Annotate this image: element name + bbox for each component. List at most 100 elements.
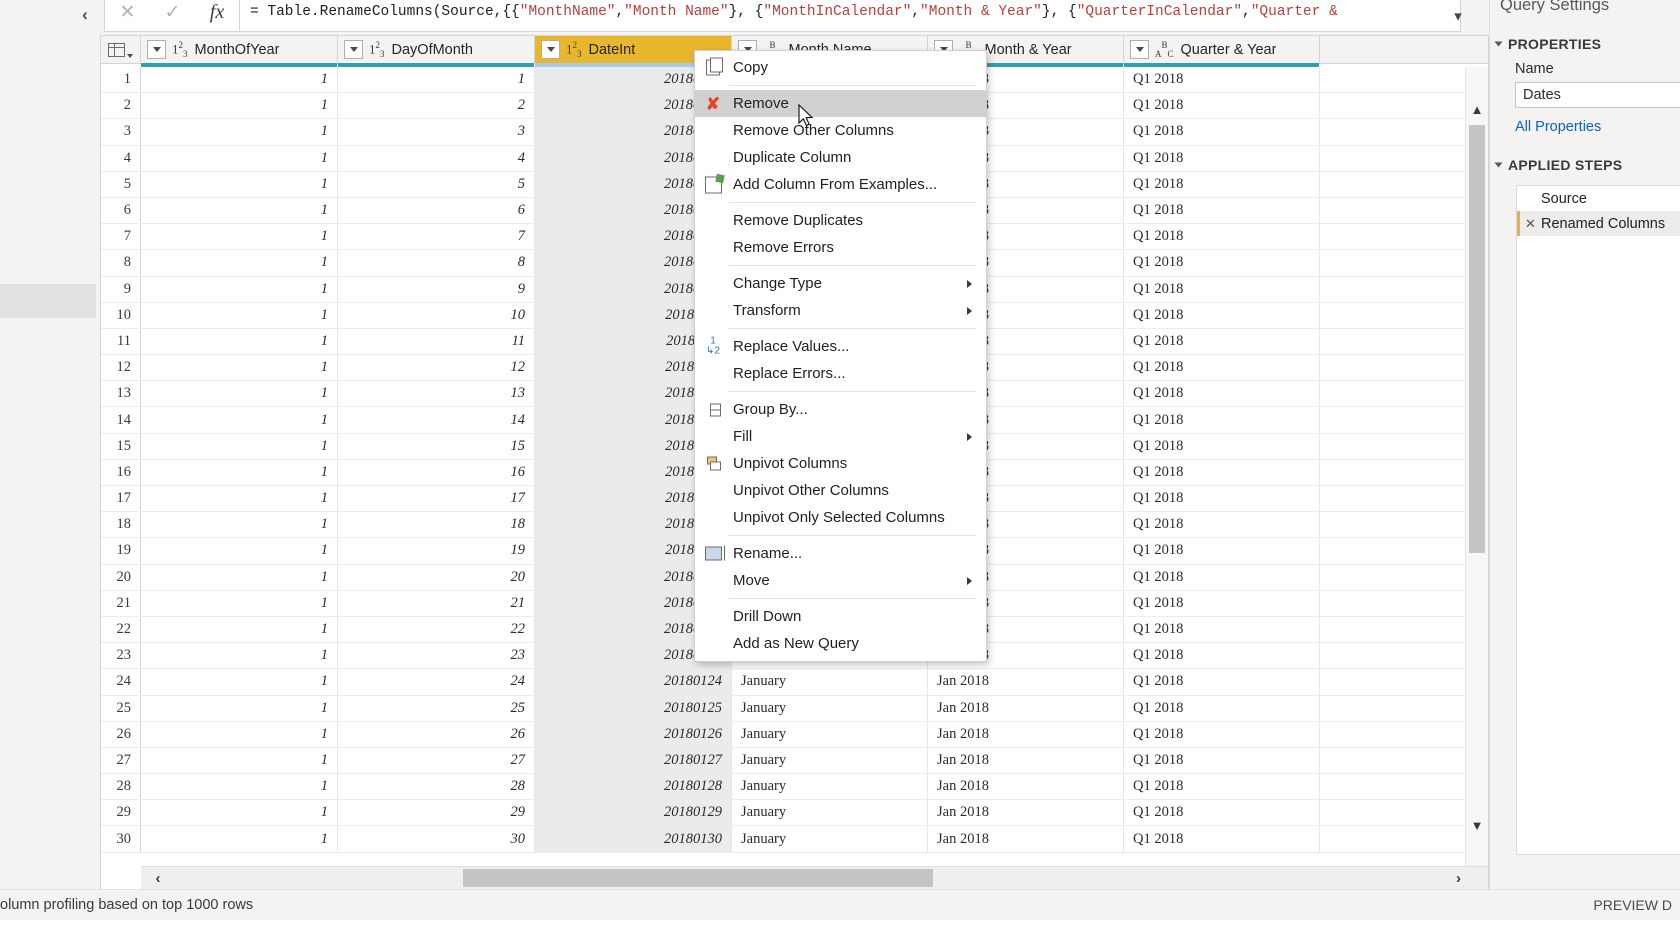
menu-item-unpivot-columns[interactable]: Unpivot Columns bbox=[695, 450, 986, 477]
queries-pane-selected-item[interactable] bbox=[0, 284, 96, 318]
table-cell[interactable]: Q1 2018 bbox=[1124, 302, 1320, 328]
menu-item-replace-values[interactable]: 1 ↳2 Replace Values... bbox=[695, 333, 986, 360]
table-cell[interactable]: Q1 2018 bbox=[1124, 538, 1320, 564]
table-cell[interactable]: 1 bbox=[141, 747, 338, 774]
table-row[interactable]: 27 1 27 20180127 January Jan 2018 Q1 2018 bbox=[101, 747, 1488, 775]
table-cell[interactable]: 1 bbox=[141, 800, 338, 826]
table-cell[interactable]: Q1 2018 bbox=[1124, 512, 1320, 538]
table-cell[interactable]: 20180129 bbox=[535, 800, 732, 826]
table-cell[interactable]: 20180130 bbox=[535, 826, 732, 852]
query-name-input[interactable]: Dates bbox=[1515, 82, 1680, 108]
menu-item-duplicate-column[interactable]: Duplicate Column bbox=[695, 144, 986, 171]
table-cell[interactable]: 1 bbox=[141, 590, 338, 616]
table-cell[interactable]: 5 bbox=[338, 171, 535, 197]
menu-item-unpivot-other-columns[interactable]: Unpivot Other Columns bbox=[695, 477, 986, 504]
table-cell[interactable]: Q1 2018 bbox=[1124, 250, 1320, 276]
table-cell[interactable]: Q1 2018 bbox=[1124, 774, 1320, 800]
table-cell[interactable]: 1 bbox=[141, 119, 338, 145]
table-cell[interactable]: Q1 2018 bbox=[1124, 381, 1320, 407]
formula-input[interactable]: = Table.RenameColumns(Source,{{"MonthNam… bbox=[240, 0, 1460, 31]
menu-item-add-as-new-query[interactable]: Add as New Query bbox=[695, 630, 986, 657]
select-all-columns-button[interactable] bbox=[101, 36, 141, 63]
table-cell[interactable]: 18 bbox=[338, 512, 535, 538]
table-cell[interactable]: 23 bbox=[338, 643, 535, 669]
table-cell[interactable]: Q1 2018 bbox=[1124, 197, 1320, 224]
table-cell[interactable]: Q1 2018 bbox=[1124, 119, 1320, 145]
table-cell[interactable]: Q1 2018 bbox=[1124, 747, 1320, 774]
table-cell[interactable]: Q1 2018 bbox=[1124, 224, 1320, 250]
menu-item-remove-errors[interactable]: Remove Errors bbox=[695, 234, 986, 261]
menu-item-group-by[interactable]: Group By... bbox=[695, 396, 986, 423]
table-cell[interactable]: Q1 2018 bbox=[1124, 486, 1320, 512]
table-cell[interactable]: 1 bbox=[141, 171, 338, 197]
table-cell[interactable]: 11 bbox=[338, 328, 535, 355]
table-cell[interactable]: Q1 2018 bbox=[1124, 616, 1320, 643]
table-cell[interactable]: Q1 2018 bbox=[1124, 276, 1320, 302]
table-cell[interactable]: 1 bbox=[141, 67, 338, 93]
table-row[interactable]: 30 1 30 20180130 January Jan 2018 Q1 2018 bbox=[101, 826, 1488, 853]
table-cell[interactable]: 1 bbox=[141, 302, 338, 328]
menu-item-move[interactable]: Move bbox=[695, 567, 986, 594]
table-cell[interactable]: Q1 2018 bbox=[1124, 328, 1320, 355]
column-filter-button[interactable] bbox=[541, 40, 560, 59]
table-cell[interactable]: Q1 2018 bbox=[1124, 459, 1320, 485]
table-cell[interactable]: 1 bbox=[141, 433, 338, 459]
table-cell[interactable]: 30 bbox=[338, 826, 535, 852]
table-cell[interactable]: Q1 2018 bbox=[1124, 643, 1320, 669]
menu-item-replace-errors[interactable]: Replace Errors... bbox=[695, 360, 986, 387]
table-row[interactable]: 28 1 28 20180128 January Jan 2018 Q1 2018 bbox=[101, 774, 1488, 801]
table-cell[interactable]: 21 bbox=[338, 590, 535, 616]
table-cell[interactable]: 20180128 bbox=[535, 774, 732, 800]
table-cell[interactable]: 14 bbox=[338, 407, 535, 433]
table-cell[interactable]: 3 bbox=[338, 119, 535, 145]
column-header-monthofyear[interactable]: 123 MonthOfYear bbox=[141, 36, 338, 63]
all-properties-link[interactable]: All Properties bbox=[1515, 119, 1601, 135]
menu-item-transform[interactable]: Transform bbox=[695, 297, 986, 324]
menu-item-change-type[interactable]: Change Type bbox=[695, 270, 986, 297]
table-cell[interactable]: 20180125 bbox=[535, 695, 732, 721]
table-cell[interactable]: 1 bbox=[141, 616, 338, 643]
table-cell[interactable]: 1 bbox=[141, 538, 338, 564]
table-cell[interactable]: Q1 2018 bbox=[1124, 800, 1320, 826]
table-cell[interactable]: 1 bbox=[338, 67, 535, 93]
table-cell[interactable]: 24 bbox=[338, 669, 535, 695]
table-cell[interactable]: 20 bbox=[338, 564, 535, 590]
column-header-quarter-year[interactable]: ABC Quarter & Year bbox=[1124, 36, 1320, 63]
table-cell[interactable]: Jan 2018 bbox=[928, 800, 1124, 826]
table-cell[interactable]: January bbox=[732, 800, 928, 826]
menu-item-add-column-from-examples[interactable]: Add Column From Examples... bbox=[695, 171, 986, 198]
table-cell[interactable]: Q1 2018 bbox=[1124, 433, 1320, 459]
table-cell[interactable]: 1 bbox=[141, 407, 338, 433]
vertical-scroll-thumb[interactable] bbox=[1469, 125, 1485, 553]
table-cell[interactable]: 16 bbox=[338, 459, 535, 485]
column-header-dayofmonth[interactable]: 123 DayOfMonth bbox=[338, 36, 535, 63]
table-cell[interactable]: 7 bbox=[338, 224, 535, 250]
table-cell[interactable]: January bbox=[732, 747, 928, 774]
menu-item-remove-duplicates[interactable]: Remove Duplicates bbox=[695, 207, 986, 234]
table-cell[interactable]: 27 bbox=[338, 747, 535, 774]
table-cell[interactable]: January bbox=[732, 695, 928, 721]
table-cell[interactable]: 28 bbox=[338, 774, 535, 800]
table-cell[interactable]: 1 bbox=[141, 486, 338, 512]
table-row[interactable]: 24 1 24 20180124 January Jan 2018 Q1 2018 bbox=[101, 669, 1488, 696]
table-cell[interactable]: January bbox=[732, 669, 928, 695]
table-cell[interactable]: Q1 2018 bbox=[1124, 407, 1320, 433]
table-cell[interactable]: 1 bbox=[141, 93, 338, 119]
chevron-right-icon[interactable]: › bbox=[1429, 866, 1488, 889]
table-cell[interactable]: 1 bbox=[141, 381, 338, 407]
table-cell[interactable]: Jan 2018 bbox=[928, 826, 1124, 852]
table-cell[interactable]: 29 bbox=[338, 800, 535, 826]
column-filter-button[interactable] bbox=[1130, 40, 1149, 59]
table-cell[interactable]: Q1 2018 bbox=[1124, 93, 1320, 119]
table-cell[interactable]: Jan 2018 bbox=[928, 695, 1124, 721]
applied-step-renamed-columns[interactable]: ✕ Renamed Columns bbox=[1517, 211, 1680, 236]
vertical-scrollbar[interactable]: ▲ ▼ bbox=[1465, 67, 1488, 867]
chevron-down-icon[interactable]: ▼ bbox=[1466, 813, 1488, 837]
horizontal-scrollbar[interactable]: ‹ bbox=[141, 866, 1431, 889]
table-cell[interactable]: 1 bbox=[141, 224, 338, 250]
table-cell[interactable]: 17 bbox=[338, 486, 535, 512]
table-cell[interactable]: Q1 2018 bbox=[1124, 564, 1320, 590]
table-cell[interactable]: 8 bbox=[338, 250, 535, 276]
table-cell[interactable]: 10 bbox=[338, 302, 535, 328]
table-cell[interactable]: Jan 2018 bbox=[928, 747, 1124, 774]
